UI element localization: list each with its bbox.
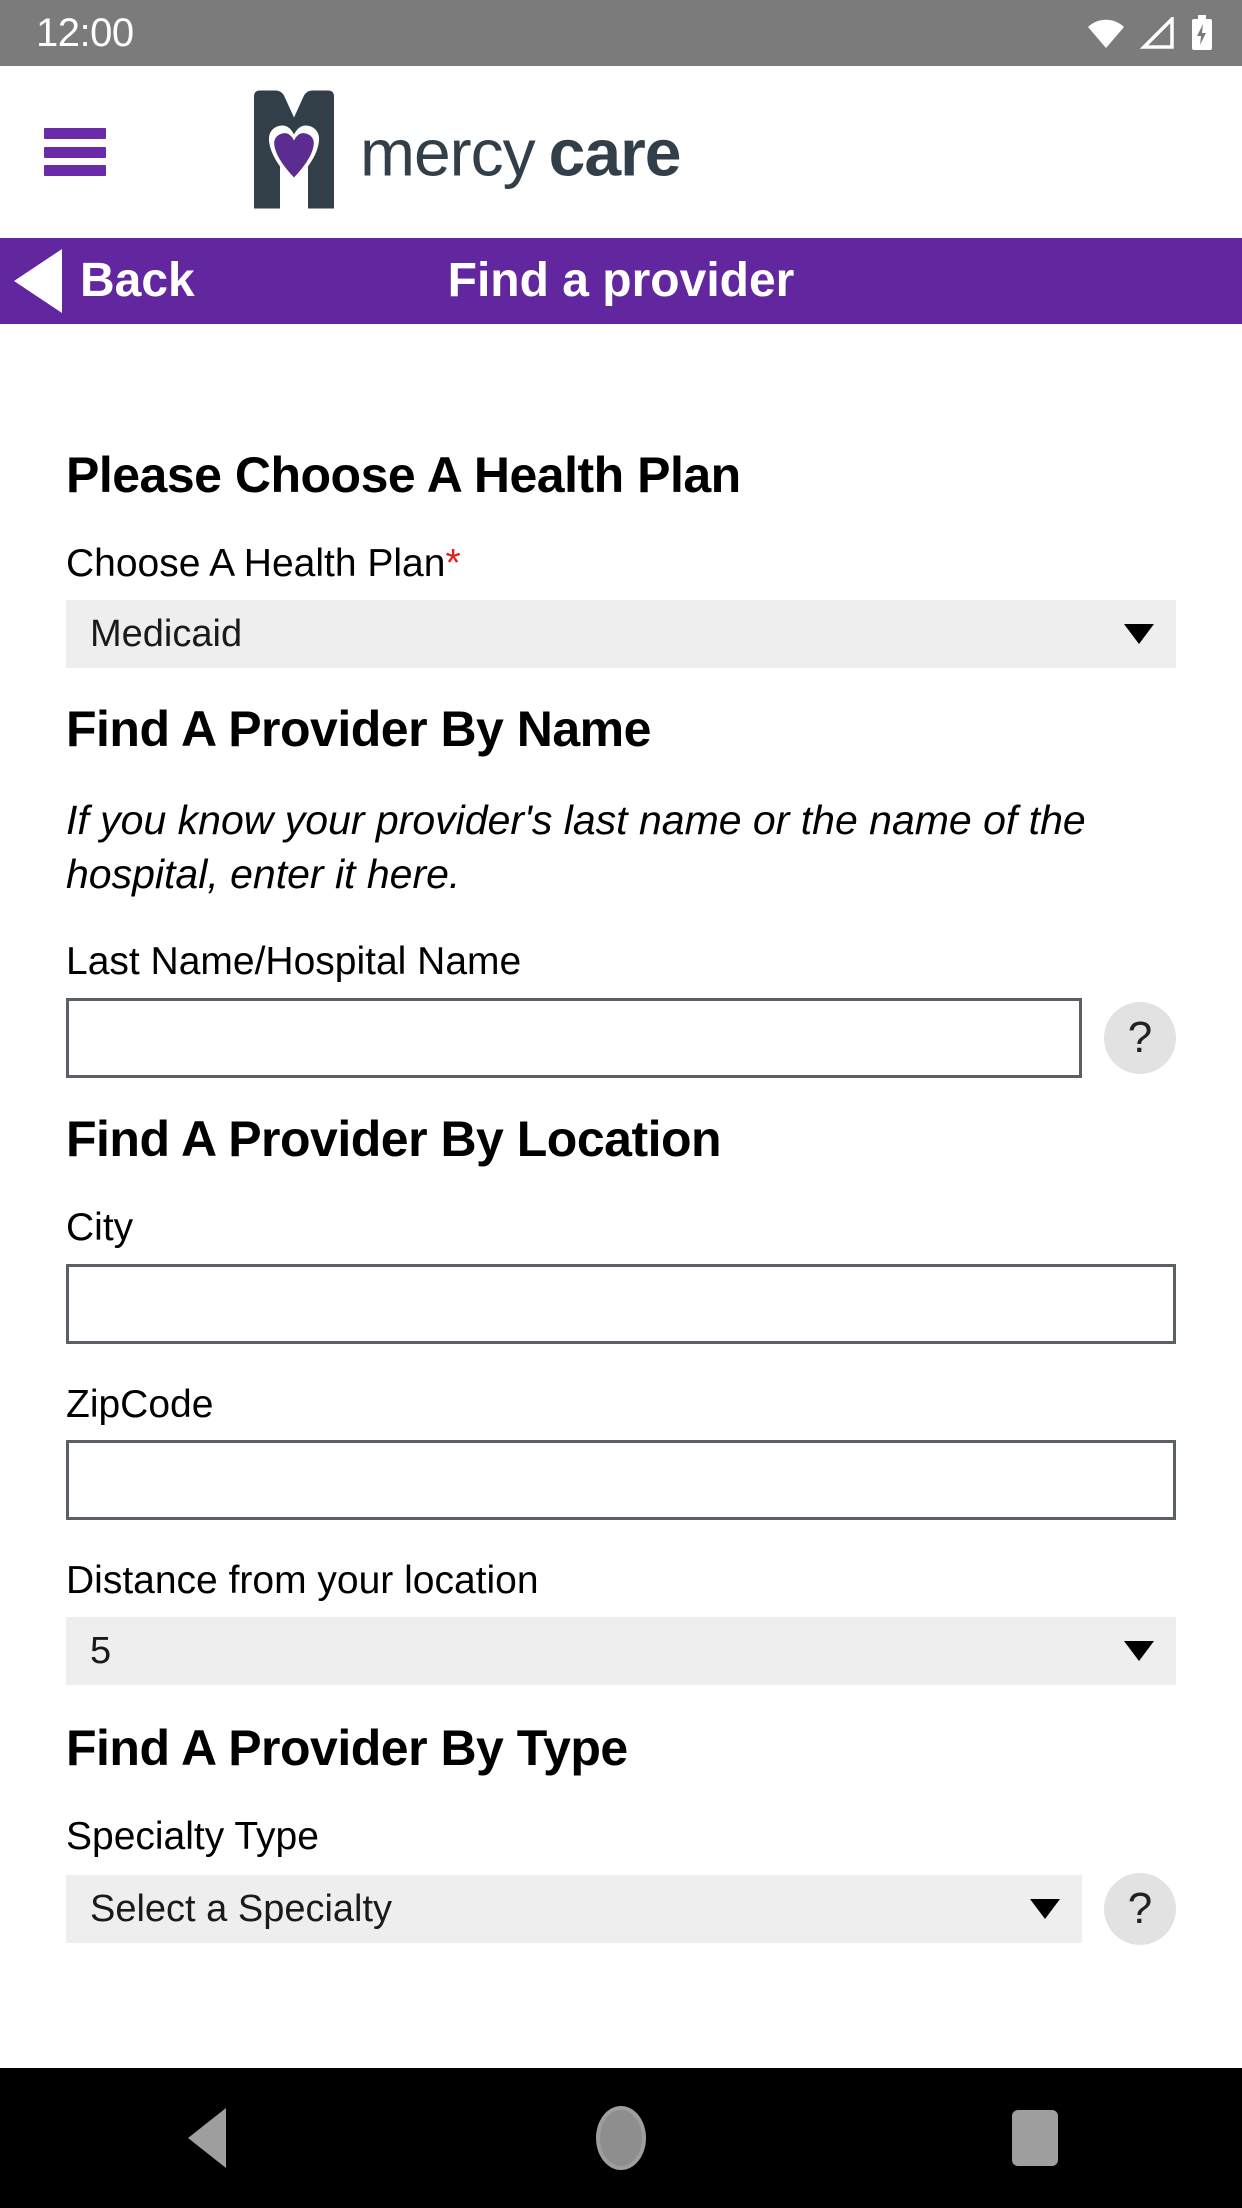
mercy-care-m-heart-logo-icon [246,90,342,214]
status-clock: 12:00 [36,11,134,55]
required-asterisk: * [445,542,461,585]
distance-select[interactable]: 5 [66,1617,1176,1686]
android-home-button[interactable] [541,2068,701,2208]
specialty-type-select[interactable]: Select a Specialty [66,1875,1082,1943]
mercy-care-logo[interactable]: mercy care [246,90,682,214]
specialty-type-selected-value: Select a Specialty [90,1888,393,1930]
android-home-icon [596,2106,646,2170]
specialty-type-row: Select a Specialty ? [66,1861,1176,1945]
page-nav-bar: Back Find a provider [0,238,1242,324]
status-icon-group [1086,15,1214,51]
last-name-row: ? [66,986,1176,1078]
hamburger-bar [44,128,106,139]
health-plan-label-text: Choose A Health Plan [66,542,446,585]
last-name-field-label: Last Name/Hospital Name [66,940,522,984]
android-back-button[interactable] [127,2068,287,2208]
distance-selected-value: 5 [90,1630,112,1673]
city-field-label: City [66,1205,134,1249]
wifi-icon [1086,17,1126,49]
back-triangle-icon [14,249,62,313]
android-navigation-bar [0,2068,1242,2208]
distance-field-label: Distance from your location [66,1559,539,1603]
android-status-bar: 12:00 [0,0,1242,66]
brand-header: mercy care [0,66,1242,238]
back-button-label: Back [80,254,195,307]
health-plan-select[interactable]: Medicaid [66,599,1176,668]
section-heading-by-type: Find A Provider By Type [66,1720,628,1777]
cellular-signal-icon [1140,17,1176,49]
zipcode-input[interactable] [66,1440,1176,1521]
logo-word-care: care [548,115,682,189]
android-recents-icon [1012,2110,1058,2166]
health-plan-selected-value: Medicaid [90,612,243,655]
hamburger-bar [44,165,106,176]
section-heading-health-plan: Please Choose A Health Plan [66,447,741,503]
city-input[interactable] [66,1263,1176,1344]
back-button[interactable]: Back [14,238,205,324]
mercy-care-wordmark: mercy care [360,115,682,189]
logo-word-mercy: mercy [360,115,536,189]
question-mark-help-icon[interactable]: ? [1104,1001,1176,1074]
hamburger-bar [44,146,106,158]
chevron-down-icon [1030,1899,1060,1919]
android-back-icon [188,2108,226,2168]
phone-screen: 12:00 mercy care Back Find a provider Pl… [0,0,1242,2208]
hamburger-menu-icon[interactable] [44,124,106,180]
section-heading-by-location: Find A Provider By Location [66,1110,722,1167]
section-heading-by-name: Find A Provider By Name [66,700,651,757]
by-name-helper-text: If you know your provider's last name or… [66,796,1086,897]
zipcode-field-label: ZipCode [66,1382,214,1426]
specialty-type-field-label: Specialty Type [66,1815,319,1859]
question-mark-help-icon[interactable]: ? [1104,1873,1176,1945]
health-plan-field-label: Choose A Health Plan* [66,541,1176,588]
android-recents-button[interactable] [955,2068,1115,2208]
chevron-down-icon [1124,623,1154,644]
chevron-down-icon [1124,1641,1154,1662]
find-a-provider-form: Please Choose A Health Plan Choose A Hea… [0,324,1242,2208]
battery-charging-icon [1190,15,1214,51]
last-name-input[interactable] [66,997,1082,1078]
